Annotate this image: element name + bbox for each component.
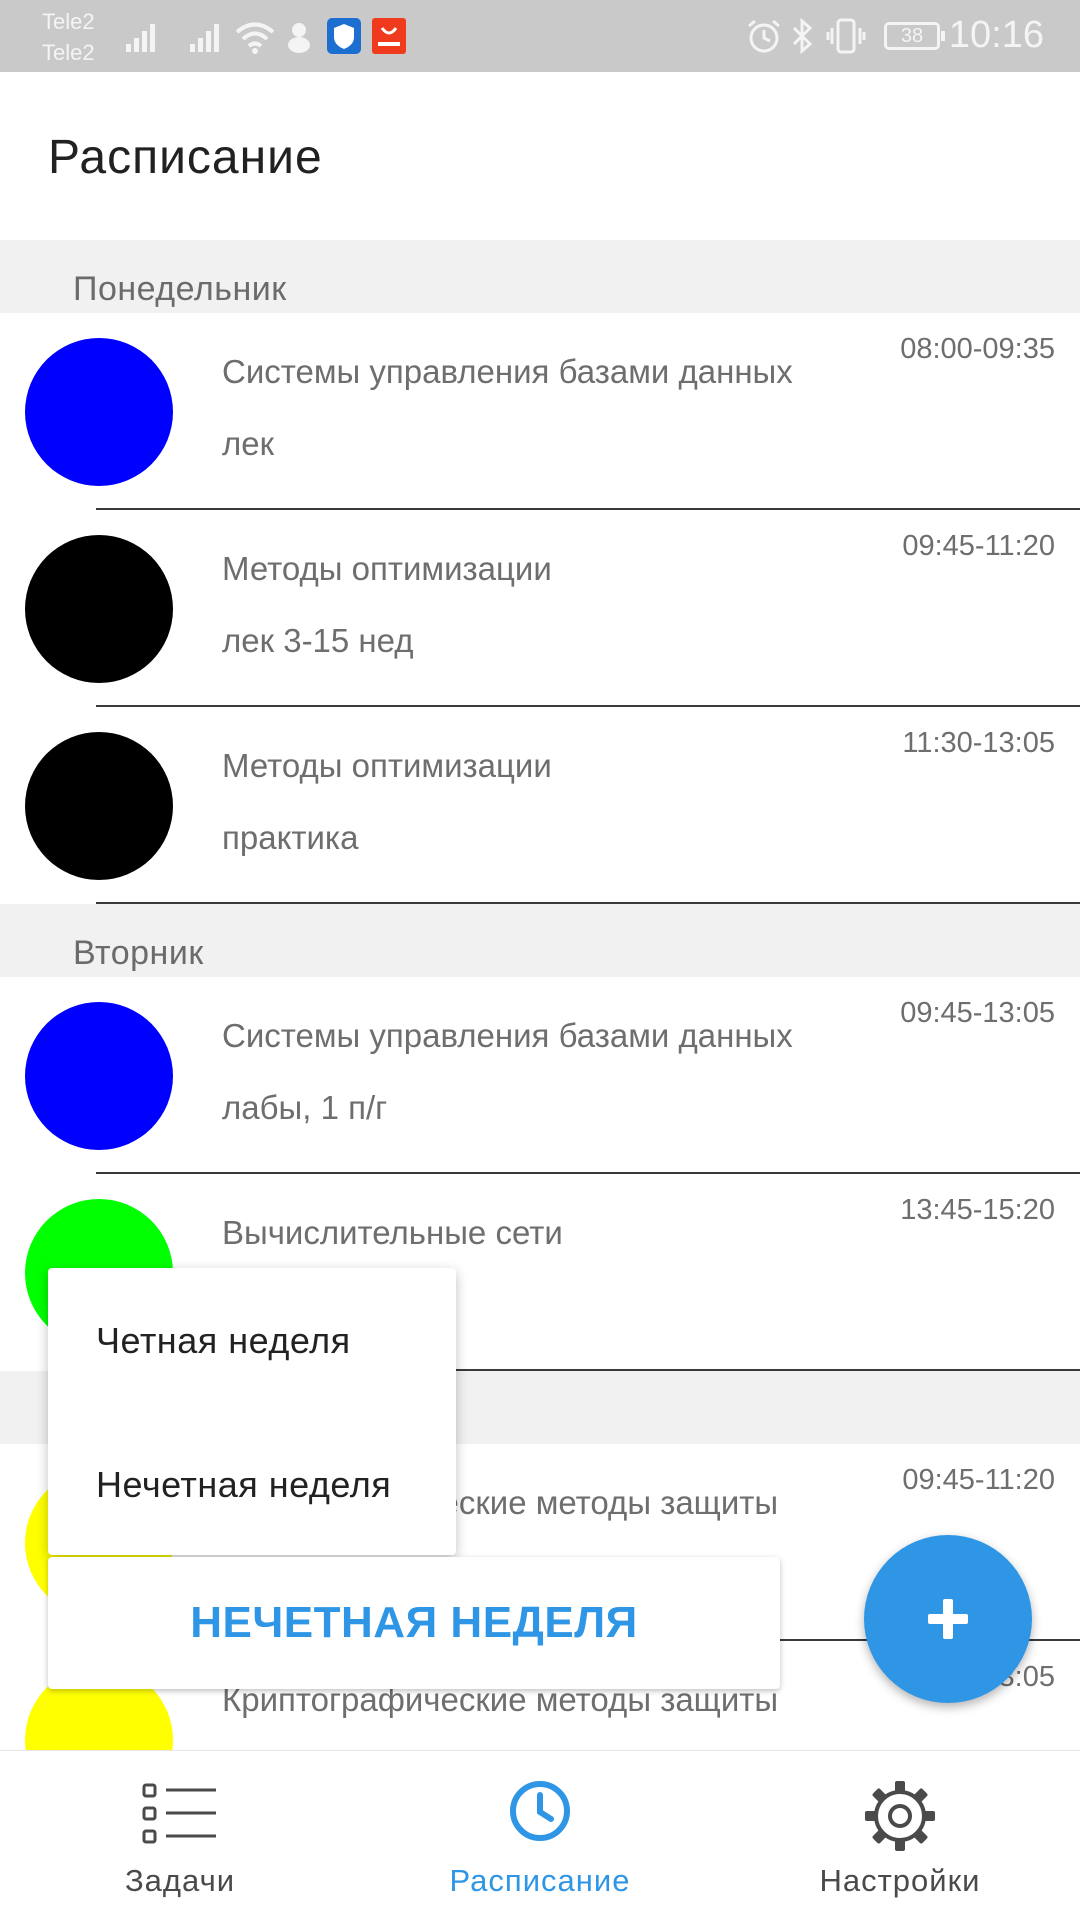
signal-icon [126,24,155,52]
subject-time: 11:30-13:05 [902,727,1055,759]
carrier-1: Tele2 [42,9,95,34]
battery-level: 38 [900,25,924,47]
battery-icon: 38 [884,22,940,50]
day-title: Понедельник [73,270,287,308]
clock-icon [510,1781,570,1841]
menu-item-odd-week[interactable]: Нечетная неделя [96,1464,391,1506]
subject-subtitle: практика [222,819,359,856]
app-notification-icon [288,23,310,53]
wifi-icon [235,22,275,54]
subject-time: 09:45-13:05 [900,997,1055,1029]
subject-time: 08:00-09:35 [900,333,1055,365]
day-header: Вторник [0,904,1080,977]
plus-icon [928,1599,968,1639]
shield-icon [327,18,361,54]
list-icon [142,1783,216,1844]
subject-time: 09:45-11:20 [902,530,1055,562]
vibrate-icon [826,18,866,54]
nav-item-settings[interactable]: Настройки [720,1751,1080,1921]
week-popup-menu: Четная неделя Нечетная неделя [48,1268,456,1555]
day-title: Вторник [73,934,204,972]
battery-tip [941,31,945,41]
aliexpress-icon [372,18,406,54]
subject-subtitle: лек 3-15 нед [222,622,414,659]
schedule-item[interactable]: Методы оптимизации лек 3-15 нед 09:45-11:2… [0,510,1080,707]
subject-time: 13:45-15:20 [900,1194,1055,1226]
subject-title: Системы управления базами данных [222,353,793,390]
bluetooth-icon [792,18,813,54]
nav-label-tasks: Задачи [124,1863,236,1898]
menu-item-even-week[interactable]: Четная неделя [96,1320,351,1362]
page-title: Расписание [48,131,323,184]
app-bar: Расписание [0,72,1080,240]
nav-label-schedule: Расписание [449,1863,631,1898]
status-time: 10:16 [948,14,1044,56]
carrier-2: Tele2 [42,40,95,65]
schedule-item[interactable]: Методы оптимизации практика 11:30-13:05 [0,707,1080,904]
day-header: Понедельник [0,240,1080,313]
subject-title: Методы оптимизации [222,747,552,784]
status-bar: Tele2 Tele2 38 10:16 [0,0,1080,72]
subject-color-dot [25,1002,173,1150]
subject-subtitle: лек [222,425,275,462]
nav-label-settings: Настройки [819,1863,981,1898]
nav-item-tasks[interactable]: Задачи [0,1751,360,1921]
gear-icon [865,1781,935,1851]
subject-color-dot [25,535,173,683]
week-toggle-button[interactable]: НЕЧЕТНАЯ НЕДЕЛЯ [48,1557,780,1689]
schedule-item[interactable]: Системы управления базами данных лек 08:00… [0,313,1080,510]
subject-title: Вычислительные сети [222,1214,563,1251]
subject-title: Системы управления базами данных [222,1017,793,1054]
subject-color-dot [25,338,173,486]
week-toggle-label: НЕЧЕТНАЯ НЕДЕЛЯ [190,1598,638,1647]
bottom-navigation: Задачи Расписание Настройки [0,1750,1080,1921]
subject-time: 09:45-11:20 [902,1464,1055,1496]
carrier-labels: Tele2 Tele2 [42,6,95,68]
schedule-item[interactable]: Системы управления базами данных лабы, 1 … [0,977,1080,1174]
subject-title: Методы оптимизации [222,550,552,587]
subject-subtitle: лабы, 1 п/г [222,1089,388,1126]
signal-icon [190,24,219,52]
add-button[interactable] [864,1535,1032,1703]
subject-color-dot [25,732,173,880]
alarm-icon [748,19,780,53]
nav-item-schedule[interactable]: Расписание [360,1751,720,1921]
